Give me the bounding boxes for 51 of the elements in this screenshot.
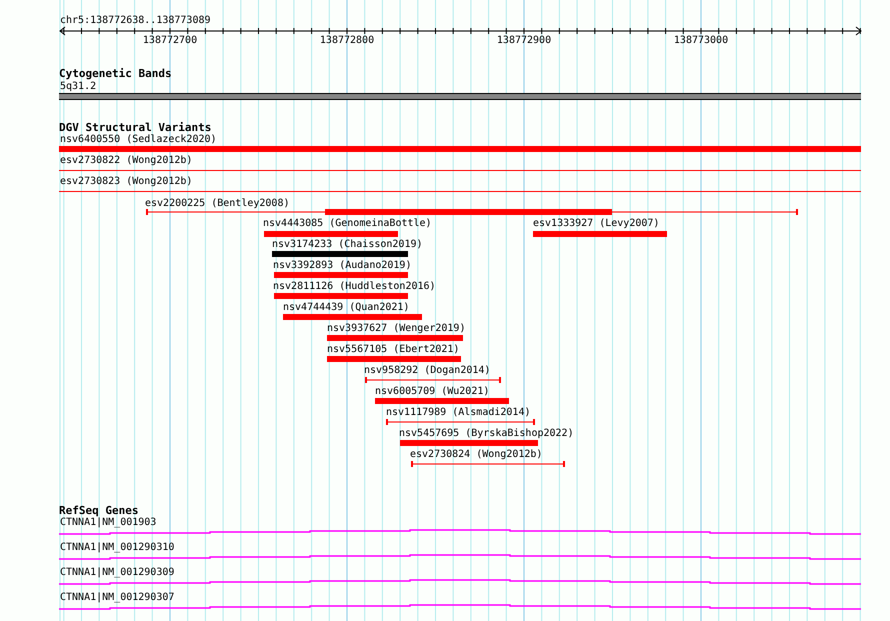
variant-span[interactable]	[386, 419, 535, 425]
variant-label[interactable]: esv1333927 (Levy2007)	[533, 218, 660, 230]
variant-label[interactable]: esv2200225 (Bentley2008)	[145, 198, 290, 210]
transcript-line[interactable]	[59, 579, 861, 585]
transcript-line[interactable]	[59, 554, 861, 560]
transcript-line[interactable]	[59, 604, 861, 610]
tick-label: 138772900	[496, 35, 552, 47]
variant-line[interactable]	[59, 191, 861, 192]
transcript-label[interactable]: CTNNA1|NM_001903	[60, 517, 156, 529]
variant-bar[interactable]	[59, 146, 861, 152]
band-label: 5q31.2	[60, 81, 96, 93]
variant-label[interactable]: nsv6400550 (Sedlazeck2020)	[60, 134, 217, 146]
variant-label[interactable]: nsv2811126 (Huddleston2016)	[273, 281, 436, 293]
variant-span[interactable]	[411, 461, 565, 467]
variant-bar[interactable]	[375, 398, 509, 404]
variant-label[interactable]: esv2730824 (Wong2012b)	[410, 449, 542, 461]
variant-bar[interactable]	[400, 440, 538, 446]
transcript-label[interactable]: CTNNA1|NM_001290307	[60, 592, 174, 604]
variant-label[interactable]: nsv5567105 (Ebert2021)	[327, 344, 460, 356]
variant-bar[interactable]	[283, 314, 422, 320]
variant-span[interactable]	[365, 377, 501, 383]
variant-label[interactable]: nsv6005709 (Wu2021)	[375, 386, 490, 398]
transcript-label[interactable]: CTNNA1|NM_001290309	[60, 567, 174, 579]
variant-line[interactable]	[59, 170, 861, 171]
variant-bar[interactable]	[533, 231, 667, 237]
tick-label: 138772800	[320, 35, 374, 47]
variant-label[interactable]: nsv958292 (Dogan2014)	[364, 365, 490, 377]
variant-bar[interactable]	[272, 251, 408, 257]
variant-label[interactable]: nsv5457695 (ByrskaBishop2022)	[399, 428, 574, 440]
track-title: RefSeq Genes	[59, 504, 138, 517]
transcript-label[interactable]: CTNNA1|NM_001290310	[60, 542, 174, 554]
variant-span[interactable]	[146, 209, 798, 215]
track-title: Cytogenetic Bands	[59, 67, 172, 81]
tick-label: 138772700	[142, 35, 198, 47]
variant-bar[interactable]	[327, 356, 461, 362]
variant-label[interactable]: nsv3174233 (Chaisson2019)	[272, 239, 423, 251]
variant-bar[interactable]	[274, 272, 408, 278]
variant-bar[interactable]	[274, 293, 408, 299]
variant-label[interactable]: nsv3392893 (Audano2019)	[273, 260, 412, 272]
variant-bar[interactable]	[264, 231, 398, 237]
track-title: DGV Structural Variants	[59, 121, 212, 134]
location-label: chr5:138772638..138773089	[60, 15, 211, 27]
variant-label[interactable]: nsv4443085 (GenomeinaBottle)	[263, 218, 432, 230]
transcript-line[interactable]	[59, 529, 861, 535]
variant-label[interactable]: nsv3937627 (Wenger2019)	[327, 323, 466, 335]
variant-label[interactable]: esv2730822 (Wong2012b)	[60, 155, 192, 167]
tick-label: 138773000	[674, 35, 728, 47]
variant-bar[interactable]	[327, 335, 463, 341]
variant-label[interactable]: esv2730823 (Wong2012b)	[60, 176, 192, 188]
variant-label[interactable]: nsv1117989 (Alsmadi2014)	[386, 407, 530, 419]
variant-label[interactable]: nsv4744439 (Quan2021)	[283, 302, 410, 314]
